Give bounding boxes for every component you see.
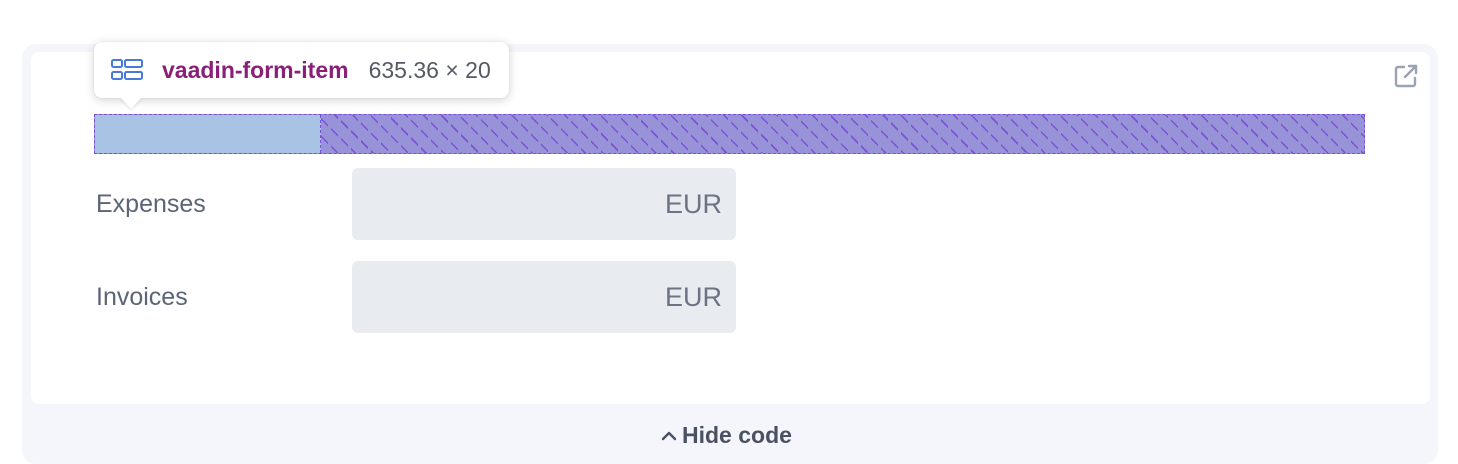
chevron-up-icon	[660, 422, 678, 449]
hide-code-button[interactable]: Hide code	[660, 420, 792, 450]
element-dimensions: 635.36 × 20	[368, 56, 491, 83]
form-item-expenses: Expenses EUR	[96, 168, 736, 240]
invoices-currency-suffix: EUR	[664, 281, 722, 312]
expenses-label: Expenses	[96, 189, 206, 218]
element-inspector-tooltip: vaadin-form-item 635.36 × 20	[94, 42, 509, 98]
form-item-invoices: Invoices EUR	[96, 261, 736, 333]
external-link-icon	[1391, 61, 1421, 96]
open-in-new-window-button[interactable]	[1390, 62, 1422, 94]
expenses-field[interactable]: EUR	[352, 168, 736, 240]
form-layout-icon	[110, 57, 144, 83]
invoices-label: Invoices	[96, 282, 188, 311]
invoices-field[interactable]: EUR	[352, 261, 736, 333]
element-highlight-overlay	[94, 114, 1365, 154]
highlight-label-area	[95, 115, 321, 153]
highlight-content-area	[321, 115, 1364, 153]
hide-code-label: Hide code	[682, 421, 792, 448]
element-tag-name: vaadin-form-item	[162, 56, 349, 83]
expenses-currency-suffix: EUR	[664, 188, 722, 219]
